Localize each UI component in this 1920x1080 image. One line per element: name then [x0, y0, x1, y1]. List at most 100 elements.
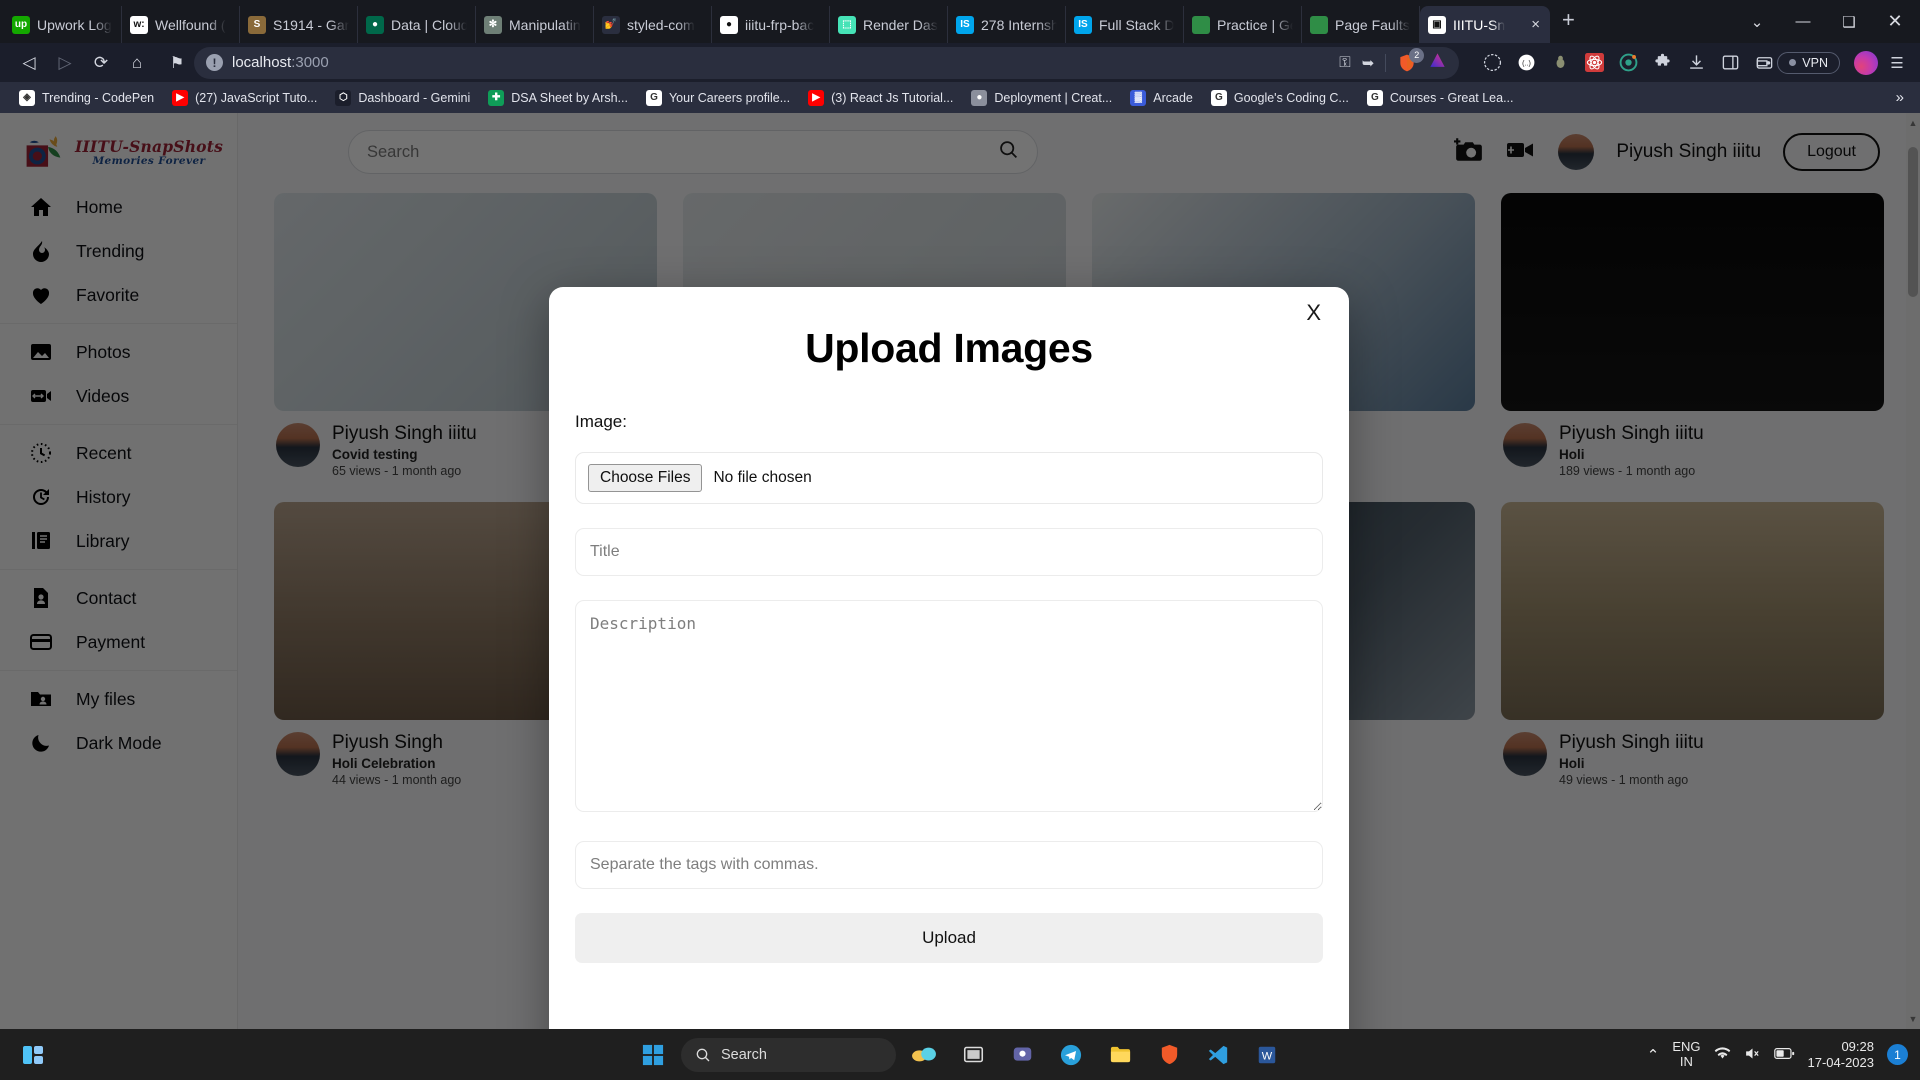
internshala-icon: IS — [1074, 16, 1092, 34]
teams-icon[interactable] — [1001, 1035, 1043, 1075]
widgets-icon[interactable] — [12, 1035, 54, 1075]
render-icon: ⬚ — [838, 16, 856, 34]
browser-tab[interactable]: IS278 Internsh — [948, 6, 1066, 43]
tab-strip: upUpwork Logw:Wellfound (SS1914 - Gar●Da… — [0, 0, 1920, 43]
battery-icon[interactable] — [1774, 1047, 1795, 1063]
bookmark-item[interactable]: ▓Arcade — [1121, 87, 1202, 109]
new-tab-button[interactable]: + — [1550, 7, 1587, 37]
browser-menu-icon[interactable]: ☰ — [1886, 52, 1908, 74]
notification-badge[interactable]: 1 — [1887, 1044, 1908, 1065]
browser-tab[interactable]: w:Wellfound ( — [122, 6, 240, 43]
reload-icon[interactable]: ⟳ — [84, 48, 118, 78]
browser-tab[interactable]: ঒঒Practice | Ge — [1184, 6, 1302, 43]
browser-tab[interactable]: upUpwork Log — [4, 6, 122, 43]
debug-bug-icon[interactable] — [1549, 52, 1571, 74]
svg-text:(..): (..) — [1522, 60, 1531, 68]
bookmark-item[interactable]: ▶(3) React Js Tutorial... — [799, 87, 962, 109]
bookmark-label: Courses - Great Lea... — [1390, 91, 1514, 105]
password-key-icon[interactable]: ⚿ — [1339, 54, 1350, 71]
wifi-icon[interactable] — [1714, 1045, 1731, 1065]
address-text: localhost:3000 — [232, 54, 329, 71]
bookmark-icon[interactable]: ⚑ — [160, 48, 194, 78]
wallet-icon[interactable] — [1753, 52, 1775, 74]
home-icon[interactable]: ⌂ — [120, 48, 154, 78]
upload-images-dialog: X Upload Images Image: Choose Files No f… — [549, 287, 1349, 1029]
brave-leo-icon[interactable] — [1428, 51, 1447, 74]
taskbar-center: Search W — [632, 1035, 1288, 1075]
bookmark-item[interactable]: ⬡Dashboard - Gemini — [326, 87, 479, 109]
listen-icon[interactable]: (..) — [1515, 52, 1537, 74]
volume-muted-icon[interactable] — [1744, 1045, 1761, 1065]
address-bar[interactable]: ! localhost:3000 ⚿ ➥ 2 — [194, 47, 1459, 79]
fast-forward-icon[interactable] — [1481, 52, 1503, 74]
tray-chevron-up-icon[interactable]: ⌃ — [1647, 1046, 1660, 1064]
task-view-icon[interactable] — [952, 1035, 994, 1075]
react-devtools-icon[interactable] — [1583, 52, 1605, 74]
github-icon: ● — [720, 16, 738, 34]
browser-tab[interactable]: ●iiitu-frp-bac — [712, 6, 830, 43]
bookmark-item[interactable]: ▶(27) JavaScript Tuto... — [163, 87, 326, 109]
bookmark-label: Arcade — [1153, 91, 1193, 105]
vpn-chip[interactable]: VPN — [1777, 52, 1840, 74]
browser-tab[interactable]: ▣IIITU-Sn× — [1420, 6, 1550, 43]
word-icon[interactable]: W — [1246, 1035, 1288, 1075]
browser-tab[interactable]: ঒঒Page Faults — [1302, 6, 1420, 43]
browser-tab[interactable]: ⬚Render Das — [830, 6, 948, 43]
forward-icon[interactable]: ▷ — [48, 48, 82, 78]
browser-tab[interactable]: SS1914 - Gar — [240, 6, 358, 43]
puzzle-extensions-icon[interactable] — [1651, 52, 1673, 74]
telegram-icon[interactable] — [1050, 1035, 1092, 1075]
bookmark-label: Your Careers profile... — [669, 91, 790, 105]
clock-date: 17-04-2023 — [1808, 1055, 1875, 1071]
bookmark-item[interactable]: ◈Trending - CodePen — [10, 87, 163, 109]
title-input[interactable] — [575, 528, 1323, 576]
minimize-button[interactable]: — — [1780, 2, 1826, 42]
vscode-icon[interactable] — [1197, 1035, 1239, 1075]
bookmark-label: Trending - CodePen — [42, 91, 154, 105]
svg-text:W: W — [1262, 1050, 1273, 1062]
bookmark-item[interactable]: GGoogle's Coding C... — [1202, 87, 1358, 109]
close-icon[interactable]: X — [1306, 300, 1321, 326]
clock[interactable]: 09:28 17-04-2023 — [1808, 1039, 1875, 1070]
choose-files-button[interactable]: Choose Files — [588, 464, 702, 492]
tab-close-icon[interactable]: × — [1529, 17, 1542, 32]
bookmark-item[interactable]: ●Deployment | Creat... — [962, 87, 1121, 109]
download-icon[interactable] — [1685, 52, 1707, 74]
bookmark-item[interactable]: GYour Careers profile... — [637, 87, 799, 109]
brave-shields-icon[interactable]: 2 — [1397, 53, 1417, 73]
share-icon[interactable]: ➥ — [1362, 54, 1375, 72]
bookmark-item[interactable]: GCourses - Great Lea... — [1358, 87, 1523, 109]
dialog-title: Upload Images — [549, 287, 1349, 372]
divider — [1385, 54, 1386, 72]
bookmark-label: (27) JavaScript Tuto... — [195, 91, 317, 105]
browser-tab[interactable]: 💅styled-com — [594, 6, 712, 43]
copilot-icon[interactable] — [903, 1035, 945, 1075]
browser-profile-avatar[interactable] — [1854, 51, 1878, 75]
wappalyzer-icon[interactable] — [1617, 52, 1639, 74]
description-textarea[interactable] — [575, 600, 1323, 812]
bookmark-item[interactable]: ✚DSA Sheet by Arsh... — [479, 87, 637, 109]
tab-search-button[interactable]: ⌄ — [1734, 2, 1780, 42]
close-window-button[interactable]: ✕ — [1872, 2, 1918, 42]
file-input-row[interactable]: Choose Files No file chosen — [575, 452, 1323, 504]
brave-icon[interactable] — [1148, 1035, 1190, 1075]
file-explorer-icon[interactable] — [1099, 1035, 1141, 1075]
image-label: Image: — [575, 412, 1323, 432]
maximize-button[interactable]: ❑ — [1826, 2, 1872, 42]
tab-label: S1914 - Gar — [273, 17, 349, 33]
not-secure-icon[interactable]: ! — [206, 54, 223, 71]
bookmark-label: Deployment | Creat... — [994, 91, 1112, 105]
taskbar-search[interactable]: Search — [681, 1038, 896, 1072]
bookmarks-overflow-button[interactable]: » — [1890, 89, 1910, 106]
browser-tab[interactable]: ISFull Stack D — [1066, 6, 1184, 43]
tab-label: styled-com — [627, 17, 695, 33]
google-icon: G — [1211, 90, 1227, 106]
browser-tab[interactable]: ●Data | Cloud — [358, 6, 476, 43]
tags-input[interactable] — [575, 841, 1323, 889]
browser-tab[interactable]: ✻Manipulatin — [476, 6, 594, 43]
language-indicator[interactable]: ENG IN — [1672, 1040, 1700, 1069]
sidebar-icon[interactable] — [1719, 52, 1741, 74]
windows-start-icon[interactable] — [632, 1035, 674, 1075]
upload-button[interactable]: Upload — [575, 913, 1323, 963]
back-icon[interactable]: ◁ — [12, 48, 46, 78]
